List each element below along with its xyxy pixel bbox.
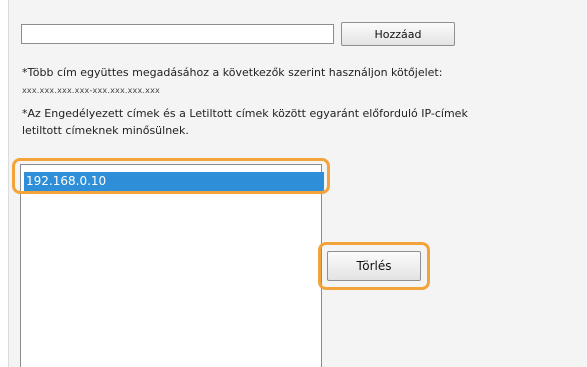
ip-address-input[interactable] [21,24,334,44]
address-listbox[interactable]: 192.168.0.10 [20,164,324,367]
multi-entry-note: *Több cím együttes megadásához a követke… [22,66,443,79]
selected-item-highlight [12,158,330,194]
range-format-note: xxx.xxx.xxx.xxx-xxx.xxx.xxx.xxx [22,86,160,95]
delete-button-highlight [318,242,430,290]
conflict-note: *Az Engedélyezett címek és a Letiltott c… [22,107,468,120]
add-button[interactable]: Hozzáad [341,22,455,46]
conflict-note-cont: letiltott címeknek minősülnek. [22,124,189,137]
